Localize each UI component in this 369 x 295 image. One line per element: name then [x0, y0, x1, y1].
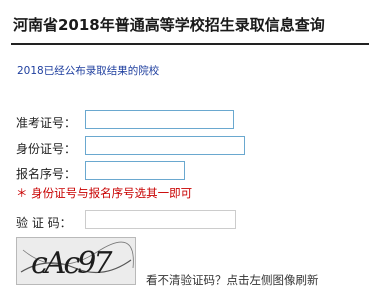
title-divider: [11, 43, 369, 45]
published-colleges-link[interactable]: 2018已经公布录取结果的院校: [17, 63, 159, 78]
id-number-input[interactable]: [85, 136, 245, 155]
registration-number-label: 报名序号：: [16, 167, 77, 181]
registration-number-input[interactable]: [85, 161, 185, 180]
id-or-registration-note: ＊ 身份证号与报名序号选其一即可: [16, 186, 193, 200]
exam-number-input[interactable]: [85, 110, 234, 129]
captcha-input[interactable]: [85, 210, 236, 229]
id-number-label: 身份证号：: [16, 142, 77, 156]
page-title: 河南省2018年普通高等学校招生录取信息查询: [13, 16, 325, 34]
exam-number-label: 准考证号：: [16, 116, 77, 130]
captcha-text: cAc97: [31, 246, 113, 281]
captcha-label: 验 证 码：: [16, 216, 72, 230]
captcha-graphic: cAc97: [20, 241, 134, 281]
captcha-image[interactable]: cAc97: [16, 237, 136, 285]
captcha-refresh-hint: 看不清验证码？点击左侧图像刷新: [146, 273, 319, 287]
